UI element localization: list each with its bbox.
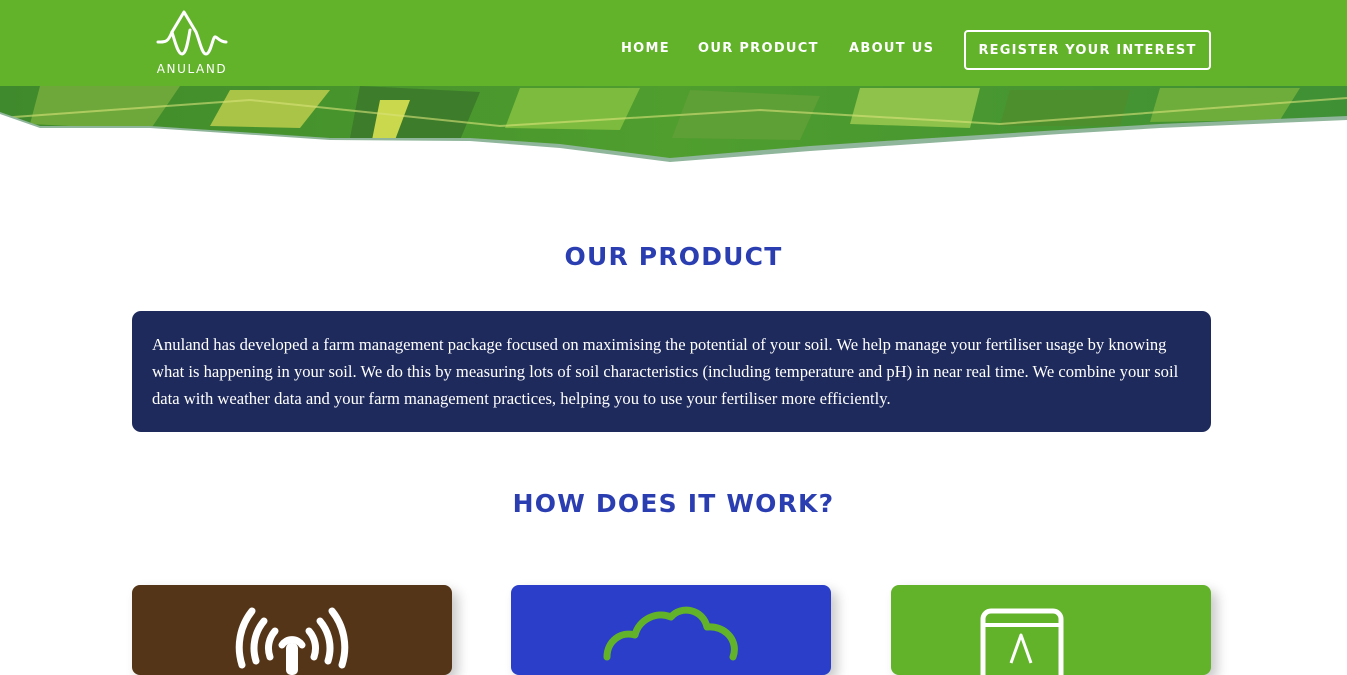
product-description-box: Anuland has developed a farm management … xyxy=(132,311,1211,432)
feature-card-cloud[interactable] xyxy=(511,585,831,675)
product-description-text: Anuland has developed a farm management … xyxy=(152,335,1179,408)
feature-card-sensors[interactable] xyxy=(132,585,452,675)
top-navigation-bar: ANULAND HOME OUR PRODUCT ABOUT US REGIST… xyxy=(0,0,1347,86)
our-product-heading: OUR PRODUCT xyxy=(564,242,783,271)
brand-name: ANULAND xyxy=(156,62,228,76)
brand-logo[interactable]: ANULAND xyxy=(146,8,238,78)
register-interest-button[interactable]: REGISTER YOUR INTEREST xyxy=(964,30,1211,70)
header-hero: ANULAND HOME OUR PRODUCT ABOUT US REGIST… xyxy=(0,0,1347,165)
wireless-signal-icon xyxy=(235,607,349,675)
nav-item-home[interactable]: HOME xyxy=(621,41,670,56)
feature-card-app[interactable] xyxy=(891,585,1211,675)
anuland-wave-logo-icon xyxy=(156,10,228,56)
nav-item-about-us[interactable]: ABOUT US xyxy=(849,41,934,56)
nav-item-our-product[interactable]: OUR PRODUCT xyxy=(698,41,819,56)
cloud-icon xyxy=(603,606,738,661)
how-it-works-heading: HOW DOES IT WORK? xyxy=(512,489,835,518)
tablet-app-icon xyxy=(980,608,1064,675)
